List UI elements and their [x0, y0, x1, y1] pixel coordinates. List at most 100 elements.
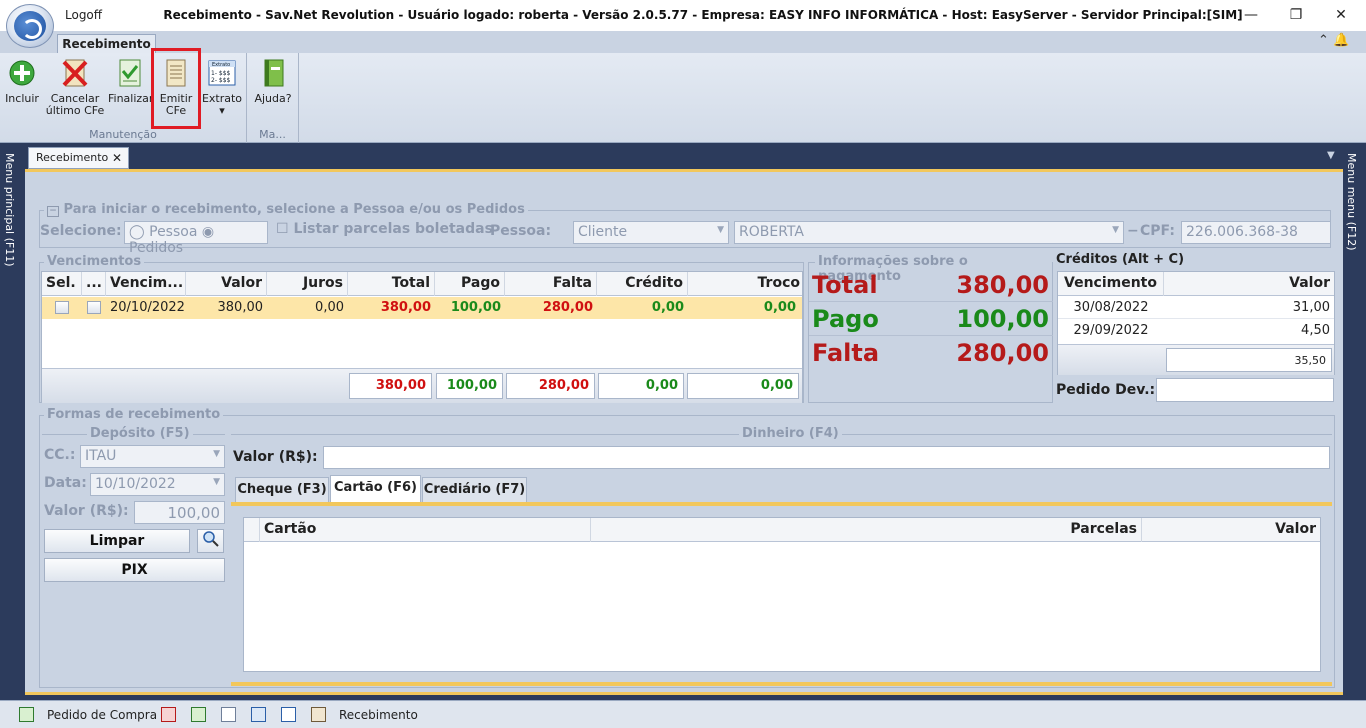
- info-pago-label: Pago: [812, 305, 879, 333]
- creditos-footer: 35,50: [1058, 344, 1334, 375]
- cartao-header: Cartão Parcelas Valor: [244, 518, 1320, 542]
- data-select[interactable]: 10/10/2022 ▼: [90, 473, 225, 496]
- col-vencimento[interactable]: Vencim...: [106, 272, 186, 296]
- tab-accent-line: [231, 502, 1332, 506]
- cancel-document-icon: [60, 57, 90, 89]
- formas-fieldset: Formas de recebimento Depósito (F5) CC.:…: [39, 407, 1335, 688]
- col-cartao-valor[interactable]: Valor: [1142, 518, 1320, 542]
- close-button[interactable]: ✕: [1326, 4, 1356, 26]
- tab-recebimento[interactable]: Recebimento: [57, 34, 156, 54]
- report-green-icon[interactable]: [191, 707, 206, 722]
- dinheiro-valor-input[interactable]: [323, 446, 1330, 469]
- cell-pago: 100,00: [450, 300, 501, 315]
- bell-icon[interactable]: 🔔: [1333, 33, 1349, 48]
- search-deposito-button[interactable]: [197, 529, 224, 553]
- main-panel: − Para iniciar o recebimento, selecione …: [25, 169, 1343, 695]
- pedido-compra-icon[interactable]: [19, 707, 34, 722]
- report-red-icon[interactable]: [161, 707, 176, 722]
- word-document-icon[interactable]: [251, 707, 266, 722]
- info-total-row: Total 380,00: [809, 269, 1053, 302]
- clear-pessoa-icon[interactable]: −: [1127, 223, 1139, 239]
- right-menu-strip[interactable]: Menu menu (F12): [1342, 143, 1366, 700]
- ribbon-collapse-icon[interactable]: ⌃ 🔔: [1318, 33, 1349, 48]
- tab-cartao[interactable]: Cartão (F6): [330, 475, 421, 503]
- creditos-total: 35,50: [1166, 348, 1332, 372]
- info-total-value: 380,00: [956, 271, 1049, 299]
- table-row[interactable]: 30/08/2022 31,00: [1058, 297, 1334, 319]
- row-detail-checkbox[interactable]: [87, 301, 101, 314]
- svg-text:Extrato: Extrato: [212, 62, 230, 68]
- col-pago[interactable]: Pago: [435, 272, 505, 296]
- left-menu-strip[interactable]: Menu principal (F11): [0, 143, 24, 700]
- cancelar-cfe-button[interactable]: Cancelar último CFe: [44, 57, 106, 127]
- cell-credito: 0,00: [651, 300, 684, 315]
- deposito-valor-input[interactable]: 100,00: [134, 501, 225, 524]
- selection-fieldset: − Para iniciar o recebimento, selecione …: [39, 202, 1331, 256]
- cell-vencimento: 20/10/2022: [110, 300, 185, 315]
- col-more[interactable]: ...: [82, 272, 106, 296]
- pessoa-radio[interactable]: ◯ Pessoa: [129, 224, 197, 240]
- pessoa-label: Pessoa:: [490, 223, 552, 239]
- ribbon-body: Incluir Cancelar último CFe Finalizar Em…: [0, 53, 1366, 143]
- col-juros[interactable]: Juros: [267, 272, 348, 296]
- table-row[interactable]: 20/10/2022 380,00 0,00 380,00 100,00 280…: [42, 297, 802, 319]
- users-icon[interactable]: [311, 707, 326, 722]
- col-valor[interactable]: Valor: [186, 272, 267, 296]
- row-select-checkbox[interactable]: [55, 301, 69, 314]
- info-falta-value: 280,00: [956, 339, 1049, 367]
- col-falta[interactable]: Falta: [505, 272, 597, 296]
- pedido-dev-label: Pedido Dev.:: [1056, 382, 1156, 398]
- ajuda-button[interactable]: Ajuda?: [253, 57, 293, 127]
- finalizar-button[interactable]: Finalizar: [108, 57, 153, 127]
- col-indicator: [244, 518, 260, 542]
- tab-crediario[interactable]: Crediário (F7): [422, 477, 527, 503]
- status-recebimento[interactable]: Recebimento: [339, 708, 418, 722]
- info-total-label: Total: [812, 271, 878, 299]
- col-credito-vencimento[interactable]: Vencimento: [1058, 272, 1164, 296]
- col-sel[interactable]: Sel.: [42, 272, 82, 296]
- dropdown-arrow-icon: ▾: [219, 104, 225, 117]
- restore-button[interactable]: ❐: [1281, 4, 1311, 26]
- status-bar: Pedido de Compra Recebimento: [0, 700, 1366, 728]
- tab-cheque[interactable]: Cheque (F3): [235, 477, 329, 503]
- pedido-dev-input[interactable]: [1156, 378, 1334, 402]
- deposito-fieldset: Depósito (F5) CC.: ITAU ▼ Data: 10/10/202…: [42, 426, 225, 684]
- col-credito[interactable]: Crédito: [597, 272, 688, 296]
- col-cartao[interactable]: Cartão: [260, 518, 591, 542]
- svg-text:2- $$$: 2- $$$: [211, 77, 231, 84]
- add-document-icon[interactable]: [281, 707, 296, 722]
- close-tab-icon[interactable]: ✕: [112, 148, 122, 168]
- cell-valor: 380,00: [217, 300, 264, 315]
- pix-button[interactable]: PIX: [44, 558, 225, 582]
- col-credito-valor[interactable]: Valor: [1164, 272, 1334, 296]
- info-pago-row: Pago 100,00: [809, 303, 1053, 336]
- deposito-legend: Depósito (F5): [87, 426, 193, 441]
- statement-icon: Extrato 1- $$$ 2- $$$: [207, 57, 237, 89]
- svg-text:1- $$$: 1- $$$: [211, 70, 231, 77]
- info-falta-label: Falta: [812, 339, 880, 367]
- document-icon[interactable]: [221, 707, 236, 722]
- extrato-button[interactable]: Extrato 1- $$$ 2- $$$ Extrato ▾: [201, 57, 243, 127]
- tab-accent-line-bottom: [231, 682, 1332, 686]
- tipo-pessoa-select[interactable]: Cliente ▼: [573, 221, 729, 244]
- menu-principal-label: Menu principal (F11): [3, 153, 16, 267]
- tab-list-arrow-icon[interactable]: ▼: [1327, 150, 1335, 161]
- footer-total: 380,00: [349, 373, 432, 399]
- listar-boletadas-checkbox[interactable]: ☐ Listar parcelas boletadas: [276, 221, 493, 237]
- pessoa-pedidos-radio-group: ◯ Pessoa ◉ Pedidos: [124, 221, 268, 256]
- status-pedido-compra[interactable]: Pedido de Compra: [47, 708, 157, 722]
- app-menu-orb-icon[interactable]: [6, 4, 54, 48]
- ribbon-tab-strip: Recebimento ⌃ 🔔: [0, 31, 1366, 54]
- limpar-button[interactable]: Limpar: [44, 529, 190, 553]
- cpf-field[interactable]: 226.006.368-38: [1181, 221, 1331, 244]
- table-row[interactable]: 29/09/2022 4,50: [1058, 320, 1334, 342]
- incluir-button[interactable]: Incluir: [4, 57, 40, 127]
- cell-total: 380,00: [380, 300, 431, 315]
- col-total[interactable]: Total: [348, 272, 435, 296]
- document-tab-recebimento[interactable]: Recebimento ✕: [28, 147, 129, 169]
- minimize-button[interactable]: —: [1236, 4, 1266, 26]
- col-parcelas[interactable]: Parcelas: [591, 518, 1142, 542]
- cc-select[interactable]: ITAU ▼: [80, 445, 225, 468]
- pessoa-nome-select[interactable]: ROBERTA ▼: [734, 221, 1124, 244]
- col-troco[interactable]: Troco: [688, 272, 804, 296]
